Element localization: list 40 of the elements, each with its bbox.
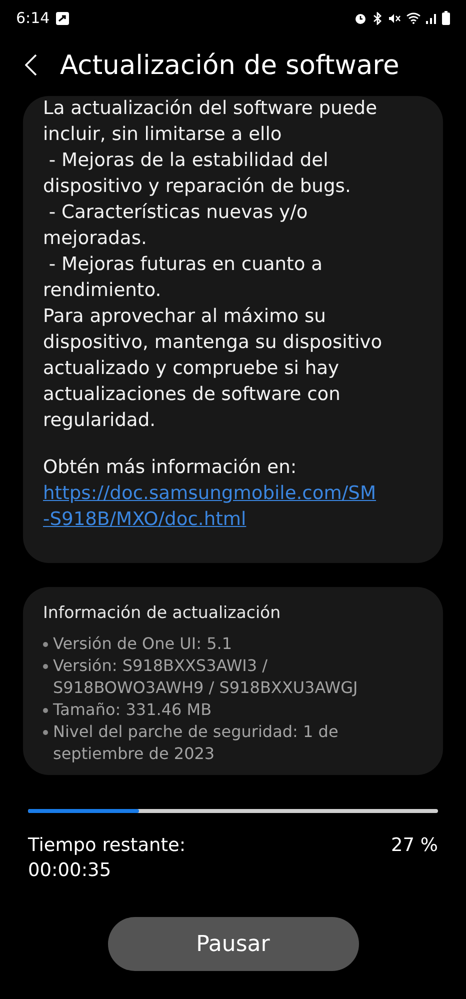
info-text: Nivel del parche de seguridad: 1 de	[53, 721, 338, 743]
description-line: dispositivo y reparación de bugs.	[43, 175, 352, 199]
description-line: - Mejoras futuras en cuanto a	[48, 253, 324, 277]
description-line: actualizaciones de software con	[43, 383, 342, 407]
time-remaining-value: 00:00:35	[28, 859, 112, 883]
section-title: Información de actualización	[43, 602, 282, 624]
description-line: incluir, sin limitarse a ello	[43, 123, 283, 147]
description-line: actualizado y compruebe si hay	[43, 357, 340, 381]
alarm-icon	[354, 12, 367, 24]
bullet-icon	[43, 730, 48, 735]
description-line: regularidad.	[43, 409, 157, 433]
wifi-icon	[406, 12, 421, 24]
description-line: - Mejoras de la estabilidad del	[48, 149, 330, 173]
bullet-icon	[43, 642, 48, 647]
bullet-icon	[43, 664, 48, 669]
time-remaining-label: Tiempo restante:	[28, 834, 186, 858]
info-text: septiembre de 2023	[53, 743, 216, 765]
bluetooth-icon	[372, 12, 383, 24]
info-text: Versión de One UI: 5.1	[53, 633, 232, 655]
description-line: Para aprovechar al máximo su	[43, 305, 327, 329]
signal-icon	[426, 12, 437, 24]
progress-percent: 27 %	[391, 834, 438, 858]
mute-icon	[388, 12, 401, 24]
bullet-icon	[43, 708, 48, 713]
info-text: Tamaño: 331.46 MB	[53, 699, 212, 721]
description-line: rendimiento.	[43, 279, 162, 303]
more-info-text: Obtén más información en:	[43, 456, 298, 480]
status-time: 6:14	[16, 9, 50, 27]
documentation-link[interactable]: -S918B/MXO/doc.html	[43, 507, 433, 533]
battery-icon	[442, 11, 450, 25]
info-text: S918BOWO3AWH9 / S918BXXU3AWGJ	[53, 677, 358, 699]
pause-button[interactable]: Pausar	[108, 917, 358, 971]
description-line: mejoradas.	[43, 227, 148, 251]
description-line: - Características nuevas y/o	[48, 201, 309, 225]
notification-icon	[56, 12, 69, 24]
page-title: Actualización de software	[60, 50, 400, 80]
info-text: Versión: S918BXXS3AWI3 /	[53, 655, 269, 677]
documentation-link[interactable]: https://doc.samsungmobile.com/SM	[43, 481, 433, 507]
description-line: La actualización del software puede	[43, 97, 378, 121]
description-line: dispositivo, mantenga su dispositivo	[43, 331, 384, 355]
